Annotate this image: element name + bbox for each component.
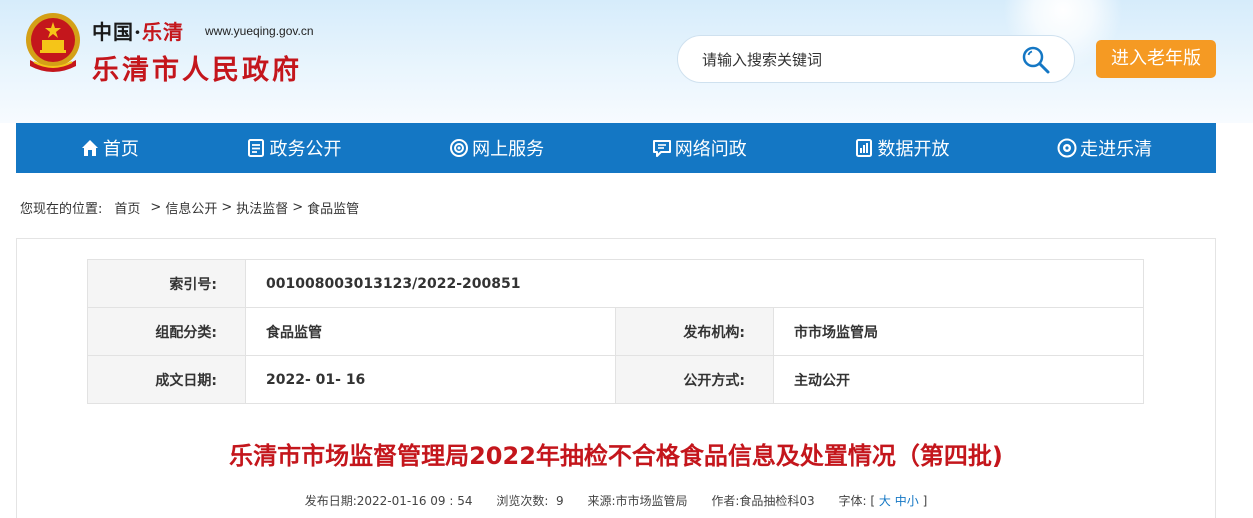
breadcrumb: 您现在的位置: 首页 > 信息公开 > 执法监督 > 食品监管 bbox=[20, 198, 360, 217]
view-count: 浏览次数: 9 bbox=[496, 494, 564, 508]
site-name-top: 中国·乐清 bbox=[92, 20, 184, 44]
table-row: 索引号: 001008003013123/2022-200851 bbox=[87, 259, 1144, 308]
nav-item-online-inquiry[interactable]: 网络问政 bbox=[652, 123, 747, 173]
document-icon bbox=[248, 139, 265, 157]
main-nav: 首页 政务公开 网上服务 网络问政 数据开放 走进乐清 bbox=[16, 123, 1216, 173]
site-url: www.yueqing.gov.cn bbox=[205, 24, 314, 38]
search-icon[interactable] bbox=[1020, 44, 1052, 76]
nav-item-about-yueqing[interactable]: 走进乐清 bbox=[1057, 123, 1152, 173]
author: 作者:食品抽检科03 bbox=[711, 494, 815, 508]
publisher-label: 发布机构: bbox=[615, 307, 774, 356]
breadcrumb-law-enforcement[interactable]: 执法监督 bbox=[236, 198, 288, 217]
nav-item-gov-affairs[interactable]: 政务公开 bbox=[246, 123, 341, 173]
article-info: 发布日期:2022-01-16 09 : 54 浏览次数: 9 来源:市市场监管… bbox=[0, 492, 1232, 509]
publisher-value: 市市场监管局 bbox=[773, 307, 1144, 356]
font-large-link[interactable]: 大 bbox=[879, 494, 891, 508]
eye-icon bbox=[1057, 138, 1077, 158]
site-header: 中国·乐清 www.yueqing.gov.cn 乐清市人民政府 进入老年版 bbox=[0, 0, 1253, 123]
table-row: 组配分类: 食品监管 发布机构: 市市场监管局 bbox=[87, 307, 1144, 356]
nav-item-online-service[interactable]: 网上服务 bbox=[449, 123, 544, 173]
service-icon bbox=[450, 139, 469, 157]
index-label: 索引号: bbox=[87, 259, 246, 308]
category-value: 食品监管 bbox=[245, 307, 616, 356]
breadcrumb-food-supervision[interactable]: 食品监管 bbox=[307, 198, 359, 217]
home-icon bbox=[81, 140, 98, 156]
nav-item-home[interactable]: 首页 bbox=[80, 123, 139, 173]
font-medium-link[interactable]: 中 bbox=[895, 494, 907, 508]
article-title: 乐清市市场监督管理局2022年抽检不合格食品信息及处置情况（第四批) bbox=[229, 442, 1003, 470]
search-input[interactable] bbox=[702, 48, 1002, 72]
site-name-main: 乐清市人民政府 bbox=[92, 55, 302, 86]
nav-item-open-data[interactable]: 数据开放 bbox=[854, 123, 949, 173]
font-size-control: 字体: [ 大 中小 ] bbox=[838, 494, 928, 508]
publish-date: 发布日期:2022-01-16 09 : 54 bbox=[304, 494, 473, 508]
disclosure-label: 公开方式: bbox=[615, 355, 774, 404]
breadcrumb-info-disclosure[interactable]: 信息公开 bbox=[165, 198, 217, 217]
date-label: 成文日期: bbox=[87, 355, 246, 404]
chat-icon bbox=[652, 140, 671, 157]
category-label: 组配分类: bbox=[87, 307, 246, 356]
date-value: 2022- 01- 16 bbox=[245, 355, 616, 404]
breadcrumb-home[interactable]: 首页 bbox=[114, 198, 140, 217]
font-small-link[interactable]: 小 bbox=[907, 494, 919, 508]
source: 来源:市市场监管局 bbox=[587, 494, 688, 508]
data-icon bbox=[856, 139, 873, 157]
metadata-table: 索引号: 001008003013123/2022-200851 组配分类: 食… bbox=[87, 259, 1144, 404]
disclosure-value: 主动公开 bbox=[773, 355, 1144, 404]
search-box bbox=[677, 35, 1075, 83]
index-value: 001008003013123/2022-200851 bbox=[245, 259, 1144, 308]
national-emblem-icon bbox=[26, 13, 80, 72]
table-row: 成文日期: 2022- 01- 16 公开方式: 主动公开 bbox=[87, 355, 1144, 404]
elder-mode-button[interactable]: 进入老年版 bbox=[1096, 40, 1216, 78]
